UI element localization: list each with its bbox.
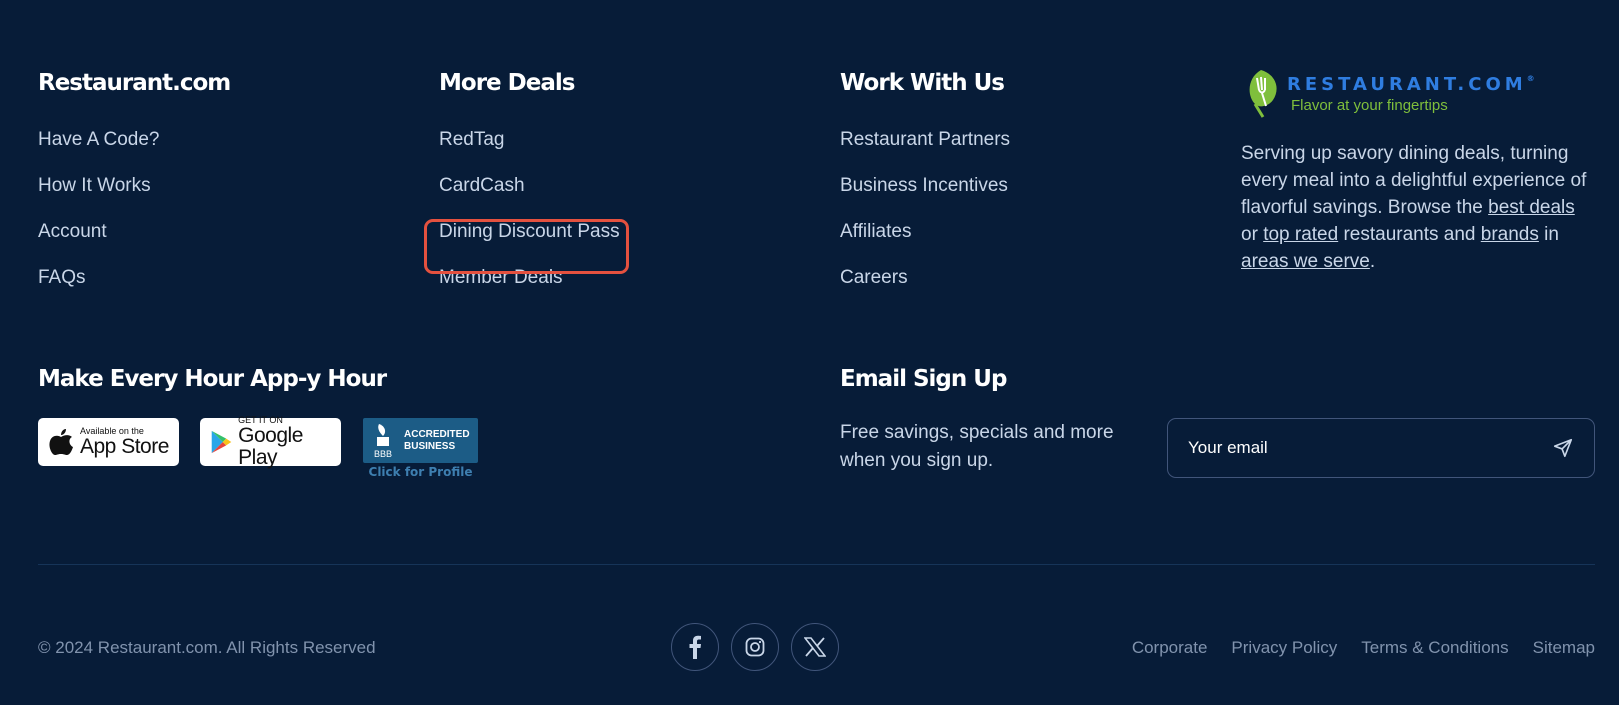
x-icon bbox=[804, 637, 826, 657]
email-signup-text: Free savings, specials and more when you… bbox=[840, 422, 1114, 471]
sitemap-link[interactable]: Sitemap bbox=[1533, 638, 1595, 658]
footer-link-careers[interactable]: Careers bbox=[840, 267, 1010, 313]
googleplay-big-text: Google Play bbox=[238, 424, 303, 469]
facebook-icon bbox=[689, 635, 701, 659]
copyright-text: © 2024 Restaurant.com. All Rights Reserv… bbox=[38, 638, 376, 657]
x-button[interactable] bbox=[791, 623, 839, 671]
app-store-button[interactable]: Available on the App Store bbox=[38, 418, 179, 466]
restaurant-logo[interactable]: RESTAURANT.COM® Flavor at your fingertip… bbox=[1241, 68, 1596, 120]
google-play-button[interactable]: GET IT ON Google Play bbox=[200, 415, 341, 469]
brand-section: RESTAURANT.COM® Flavor at your fingertip… bbox=[1241, 68, 1596, 275]
send-icon[interactable] bbox=[1552, 437, 1574, 459]
column-title: Restaurant.com bbox=[38, 70, 231, 96]
brands-link[interactable]: brands bbox=[1481, 224, 1539, 245]
column-title: More Deals bbox=[439, 70, 575, 96]
google-play-icon bbox=[211, 430, 232, 454]
email-signup-title: Email Sign Up bbox=[840, 366, 1007, 392]
privacy-policy-link[interactable]: Privacy Policy bbox=[1231, 638, 1337, 658]
areas-we-serve-link[interactable]: areas we serve bbox=[1241, 251, 1370, 272]
footer-link-restaurant-partners[interactable]: Restaurant Partners bbox=[840, 129, 1010, 175]
bbb-line2: BUSINESS bbox=[404, 440, 456, 452]
footer-link-redtag[interactable]: RedTag bbox=[439, 129, 620, 175]
top-rated-link[interactable]: top rated bbox=[1263, 224, 1338, 245]
footer-link-account[interactable]: Account bbox=[38, 221, 230, 267]
footer-divider bbox=[38, 564, 1595, 565]
email-signup-form bbox=[1167, 418, 1595, 478]
bbb-torch-icon: BBB bbox=[374, 423, 392, 459]
footer-link-faqs[interactable]: FAQs bbox=[38, 267, 230, 313]
brand-description: Serving up savory dining deals, turning … bbox=[1241, 143, 1587, 272]
svg-text:BBB: BBB bbox=[374, 449, 392, 459]
legal-links: Corporate Privacy Policy Terms & Conditi… bbox=[1132, 638, 1595, 658]
footer-link-cardcash[interactable]: CardCash bbox=[439, 175, 620, 221]
terms-conditions-link[interactable]: Terms & Conditions bbox=[1361, 638, 1508, 658]
best-deals-link[interactable]: best deals bbox=[1488, 197, 1575, 218]
footer-link-business-incentives[interactable]: Business Incentives bbox=[840, 175, 1010, 221]
footer-column-more-deals: More Deals RedTag CardCash Dining Discou… bbox=[439, 70, 620, 313]
highlight-box bbox=[424, 219, 629, 274]
fork-leaf-icon bbox=[1249, 70, 1277, 118]
social-links bbox=[671, 623, 839, 671]
footer-link-affiliates[interactable]: Affiliates bbox=[840, 221, 1010, 267]
app-section-title: Make Every Hour App-y Hour bbox=[38, 366, 387, 392]
bbb-click-text: Click for Profile bbox=[368, 465, 473, 479]
footer-link-have-a-code[interactable]: Have A Code? bbox=[38, 129, 230, 175]
column-title: Work With Us bbox=[840, 70, 1005, 96]
appstore-big-text: App Store bbox=[80, 435, 169, 458]
bbb-line1: ACCREDITED bbox=[404, 428, 470, 440]
bbb-badge[interactable]: BBB ACCREDITED BUSINESS Click for Profil… bbox=[363, 418, 478, 479]
apple-icon bbox=[49, 429, 73, 455]
instagram-icon bbox=[745, 637, 765, 657]
brand-tagline: Flavor at your fingertips bbox=[1291, 97, 1448, 114]
email-input[interactable] bbox=[1188, 438, 1552, 458]
instagram-button[interactable] bbox=[731, 623, 779, 671]
footer-column-work-with-us: Work With Us Restaurant Partners Busines… bbox=[840, 70, 1010, 313]
brand-name: RESTAURANT.COM® bbox=[1287, 74, 1535, 95]
footer-column-restaurant: Restaurant.com Have A Code? How It Works… bbox=[38, 70, 231, 313]
corporate-link[interactable]: Corporate bbox=[1132, 638, 1208, 658]
facebook-button[interactable] bbox=[671, 623, 719, 671]
footer-link-how-it-works[interactable]: How It Works bbox=[38, 175, 230, 221]
